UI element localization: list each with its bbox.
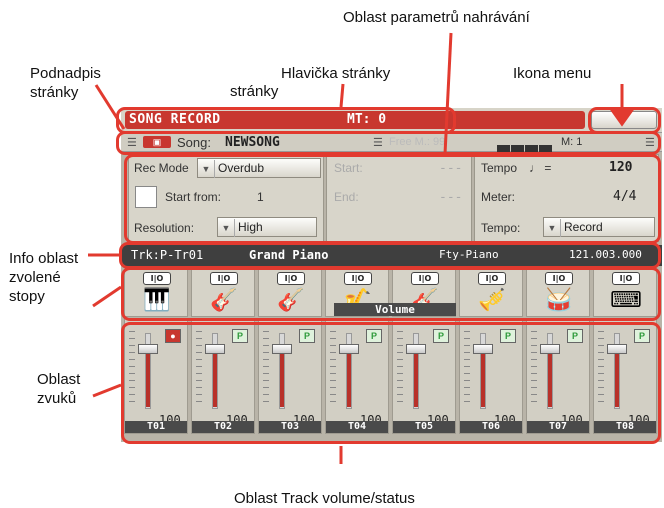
callout-info-line2: zvolené [9, 269, 61, 286]
highlight-subtitle [116, 131, 661, 155]
callout-page-header-2: stránky [230, 83, 279, 100]
callout-param-area: Oblast parametrů nahrávání [343, 9, 530, 26]
callout-menu-icon: Ikona menu [513, 65, 592, 82]
callout-subtitle-line1: Podnadpis [30, 65, 101, 82]
callout-track-area: Oblast Track volume/status [234, 490, 415, 507]
callout-info: Info oblast zvolené stopy [9, 249, 78, 306]
highlight-header [116, 107, 456, 134]
callout-sounds-line2: zvuků [37, 390, 77, 407]
callout-subtitle-line2: stránky [30, 84, 79, 101]
callout-sounds: Oblast zvuků [37, 370, 80, 408]
callout-subtitle: Podnadpis stránky [30, 64, 101, 102]
callout-page-header: Hlavička stránky [281, 65, 391, 82]
highlight-menu [588, 107, 661, 134]
highlight-volume [121, 322, 661, 444]
callout-info-line3: stopy [9, 288, 45, 305]
callout-sounds-line1: Oblast [37, 371, 81, 388]
highlight-info [119, 242, 661, 269]
highlight-params [124, 154, 661, 244]
callout-info-line1: Info oblast [9, 250, 79, 267]
highlight-sounds [121, 267, 661, 321]
